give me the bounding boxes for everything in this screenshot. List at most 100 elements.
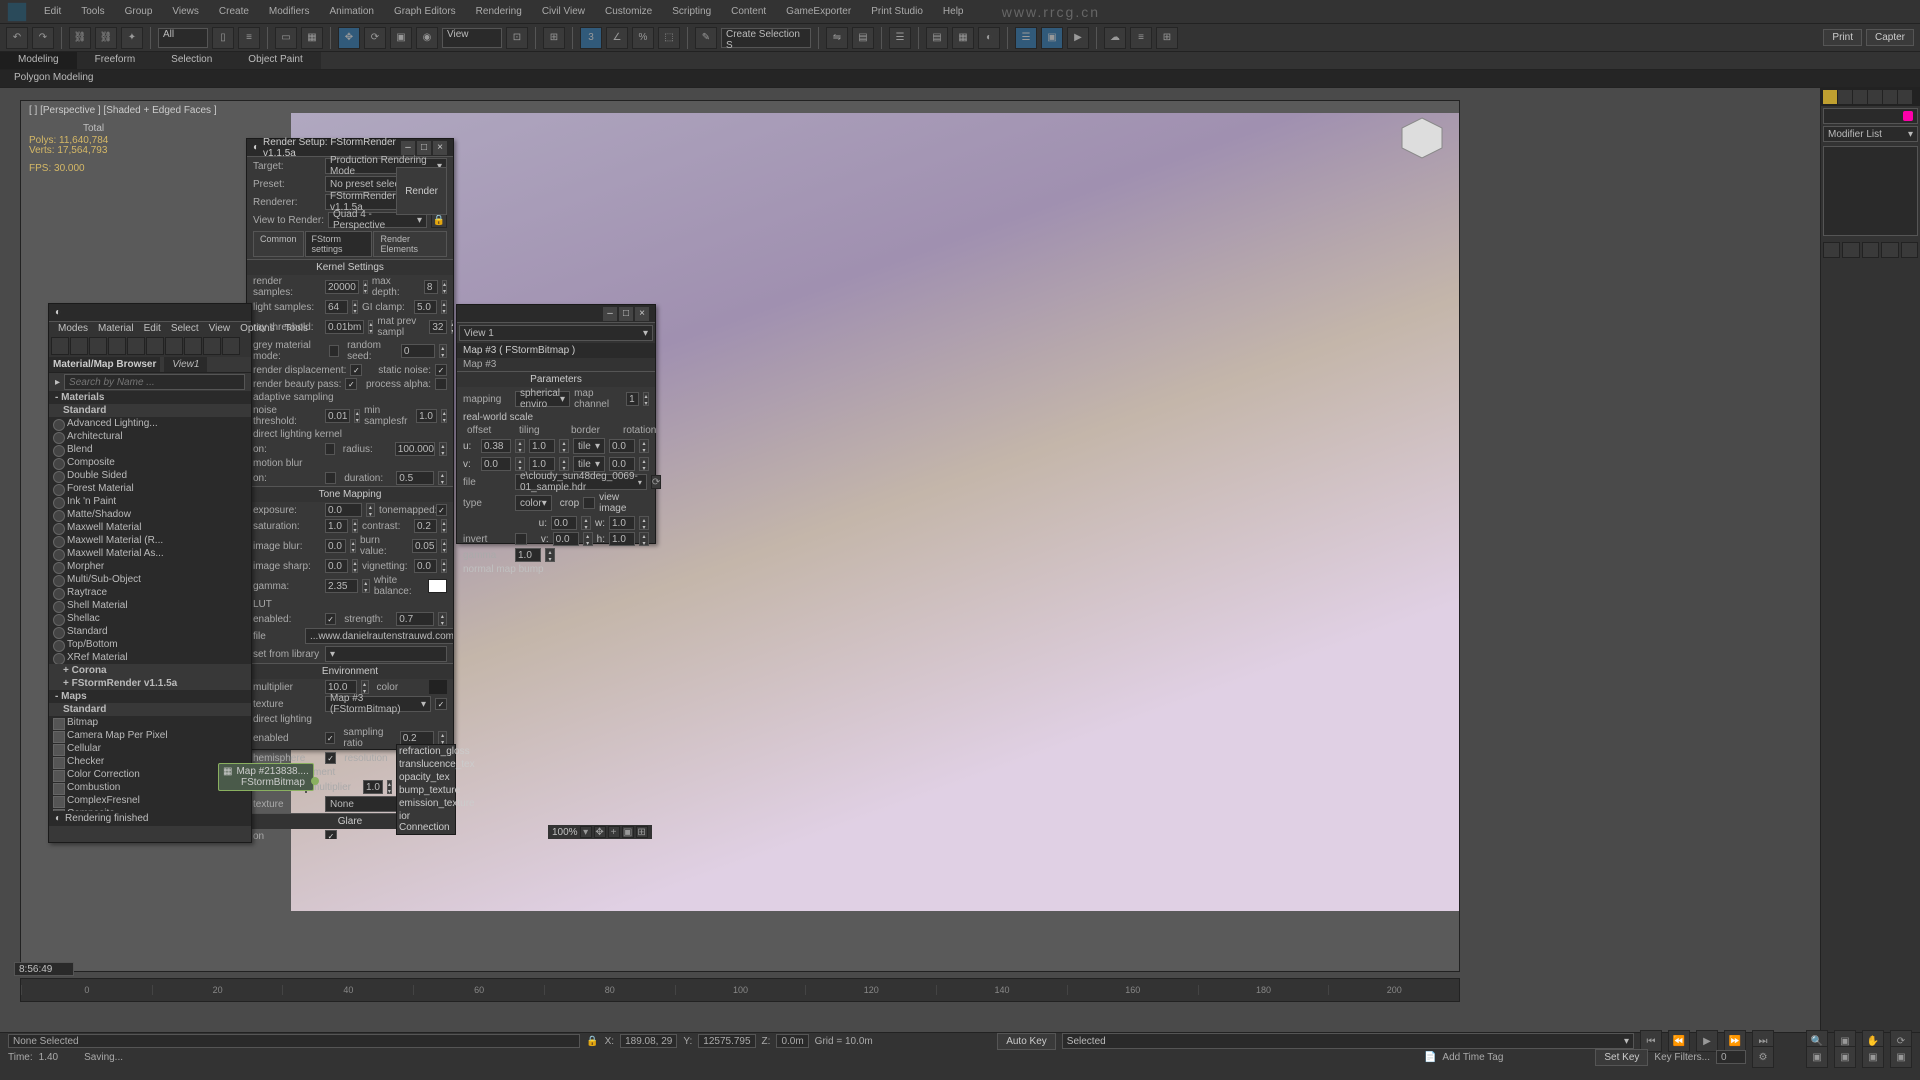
list-item[interactable]: Raytrace — [49, 586, 251, 599]
key-mode-select[interactable]: Selected — [1062, 1033, 1634, 1049]
setkey-button[interactable]: Set Key — [1595, 1049, 1648, 1066]
menu-item[interactable]: GameExporter — [776, 0, 861, 24]
mapping-select[interactable]: spherical enviro — [515, 391, 570, 407]
list-item[interactable]: Shell Material — [49, 599, 251, 612]
list-item[interactable]: Maxwell Material (R... — [49, 534, 251, 547]
minimize-icon[interactable]: – — [401, 141, 415, 155]
list-item[interactable]: Camera Map Per Pixel — [49, 729, 251, 742]
x-field[interactable]: 189.08, 29 — [620, 1034, 677, 1048]
view-image-link[interactable]: view image — [599, 492, 649, 514]
edit-menu[interactable]: Edit — [139, 323, 166, 334]
fov-icon[interactable]: ▣ — [1806, 1046, 1828, 1068]
list-item[interactable]: Bitmap — [49, 716, 251, 729]
pick-icon[interactable] — [51, 337, 69, 355]
place-icon[interactable]: ◉ — [416, 27, 438, 49]
list-item[interactable]: - Materials — [49, 391, 251, 404]
manip-icon[interactable]: ⊞ — [543, 27, 565, 49]
list-item[interactable]: Multi/Sub-Object — [49, 573, 251, 586]
menu-item[interactable]: Views — [162, 0, 209, 24]
node-outputs[interactable]: refraction_gloss translucence_tex opacit… — [396, 744, 456, 835]
modifier-stack[interactable] — [1823, 146, 1918, 236]
menu-item[interactable]: Graph Editors — [384, 0, 466, 24]
config-icon[interactable] — [1901, 242, 1918, 258]
z-field[interactable]: 0.0m — [776, 1034, 808, 1048]
color-swatch[interactable] — [1903, 111, 1913, 121]
show-end-icon[interactable] — [1842, 242, 1859, 258]
menu-item[interactable]: Rendering — [466, 0, 532, 24]
list-item[interactable]: Double Sided — [49, 469, 251, 482]
list-item[interactable]: Composite — [49, 807, 251, 811]
options-menu[interactable]: Options — [235, 323, 279, 334]
list-item[interactable]: + FStormRender v1.1.5a — [49, 677, 251, 690]
close-icon[interactable]: × — [635, 307, 649, 321]
layers-icon[interactable]: ☰ — [889, 27, 911, 49]
zoom-icon[interactable]: ▾ — [580, 826, 592, 838]
frame-field[interactable]: 0 — [1716, 1050, 1746, 1064]
filter-select[interactable]: All — [158, 28, 208, 48]
list-item[interactable]: Standard — [49, 703, 251, 716]
outliner-icon[interactable]: ≡ — [1130, 27, 1152, 49]
list-item[interactable]: ComplexFresnel — [49, 794, 251, 807]
scale-icon[interactable]: ▣ — [390, 27, 412, 49]
lock-icon[interactable]: 🔒 — [586, 1036, 598, 1047]
modify-icon[interactable] — [1838, 90, 1852, 104]
print-button[interactable]: Print — [1823, 29, 1862, 46]
play-icon[interactable]: ▶ — [1696, 1030, 1718, 1052]
list-item[interactable]: Architectural — [49, 430, 251, 443]
list-item[interactable]: Ink 'n Paint — [49, 495, 251, 508]
rotate-icon[interactable]: ⟳ — [364, 27, 386, 49]
env-color[interactable] — [429, 680, 448, 694]
key-filters-link[interactable]: Key Filters... — [1654, 1052, 1710, 1063]
rect-select-icon[interactable]: ▭ — [275, 27, 297, 49]
output-port[interactable] — [311, 777, 319, 785]
prev-key-icon[interactable]: ⏪ — [1668, 1030, 1690, 1052]
bind-icon[interactable]: ✦ — [121, 27, 143, 49]
modes-menu[interactable]: Modes — [53, 323, 93, 334]
material-menu[interactable]: Material — [93, 323, 139, 334]
render-button[interactable]: Render — [396, 167, 447, 215]
maximize-icon[interactable]: □ — [619, 307, 633, 321]
schematic-icon[interactable]: ▦ — [952, 27, 974, 49]
node-bitmap[interactable]: ▦Map #213838.... FStormBitmap — [218, 763, 314, 791]
maxdepth-field[interactable]: 8 — [424, 280, 438, 294]
modifier-select[interactable]: Modifier List▾ — [1823, 126, 1918, 142]
list-item[interactable]: Matte/Shadow — [49, 508, 251, 521]
lib-select[interactable] — [325, 646, 447, 662]
list-item[interactable]: - Maps — [49, 690, 251, 703]
material-editor-icon[interactable]: ◐ — [978, 27, 1000, 49]
ribbon-tab-selection[interactable]: Selection — [153, 52, 230, 69]
capter-button[interactable]: Capter — [1866, 29, 1914, 46]
reload-icon[interactable]: ⟳ — [651, 475, 661, 489]
align-icon[interactable]: ▤ — [852, 27, 874, 49]
menu-item[interactable]: Edit — [34, 0, 71, 24]
lut-file[interactable]: ...www.danielrautenstrauwd.com_LUTO1.CUB… — [305, 628, 453, 644]
spinner-snap-icon[interactable]: ⬚ — [658, 27, 680, 49]
move-icon[interactable]: ✥ — [338, 27, 360, 49]
time-display[interactable]: 8:56:49 — [14, 962, 74, 976]
window-crossing-icon[interactable]: ▦ — [301, 27, 323, 49]
menu-item[interactable]: Content — [721, 0, 776, 24]
view-select[interactable]: View 1 — [459, 325, 653, 341]
list-item[interactable]: Maxwell Material — [49, 521, 251, 534]
selection-set[interactable]: Create Selection S — [721, 28, 811, 48]
percent-snap-icon[interactable]: % — [632, 27, 654, 49]
y-field[interactable]: 12575.795 — [698, 1034, 755, 1048]
whitebalance-color[interactable] — [428, 579, 447, 593]
max-view-icon[interactable]: ▣ — [1862, 1046, 1884, 1068]
timeline[interactable]: 0 20 40 60 80 100 120 140 160 180 200 — [20, 978, 1460, 1002]
menu-item[interactable]: Customize — [595, 0, 662, 24]
list-item[interactable]: Standard — [49, 625, 251, 638]
list-item[interactable]: Top/Bottom — [49, 638, 251, 651]
min-view-icon[interactable]: ▣ — [1890, 1046, 1912, 1068]
render-icon[interactable]: ▶ — [1067, 27, 1089, 49]
angle-snap-icon[interactable]: ∠ — [606, 27, 628, 49]
list-item[interactable]: Standard — [49, 404, 251, 417]
menu-item[interactable]: Animation — [319, 0, 383, 24]
env-texture[interactable]: Map #3 (FStormBitmap) — [325, 696, 431, 712]
ribbon-tab-objectpaint[interactable]: Object Paint — [230, 52, 320, 69]
snap-icon[interactable]: 3 — [580, 27, 602, 49]
list-item[interactable]: Advanced Lighting... — [49, 417, 251, 430]
pivot-icon[interactable]: ⊡ — [506, 27, 528, 49]
list-item[interactable]: Composite — [49, 456, 251, 469]
ref-coord-select[interactable]: View — [442, 28, 502, 48]
